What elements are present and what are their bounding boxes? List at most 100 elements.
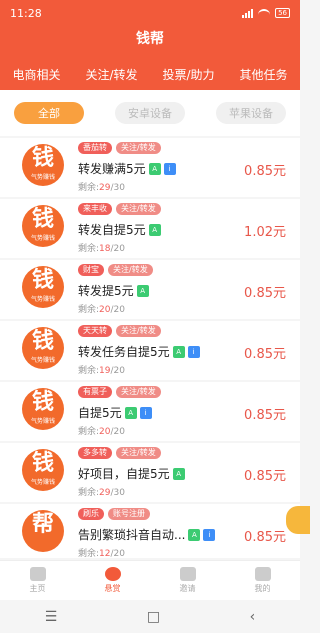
platform-tag: 番茄转: [78, 142, 112, 154]
remaining-label: 剩余:: [78, 305, 100, 315]
tab-mine[interactable]: 我的: [225, 561, 300, 600]
tab-reward[interactable]: 悬赏: [75, 561, 150, 600]
app-logo: 钱气势赚钱: [22, 266, 64, 308]
tab-reward-label: 悬赏: [104, 584, 121, 593]
remaining-label: 剩余:: [78, 244, 100, 254]
task-title: 好项目，自提5元: [78, 467, 170, 481]
remaining-label: 剩余:: [78, 427, 100, 437]
platform-tag: 天天转: [78, 325, 112, 337]
platform-tag: 财宝: [78, 264, 104, 276]
type-tag: 账号注册: [108, 508, 150, 520]
filter-ios-button[interactable]: 苹果设备: [216, 102, 286, 124]
page-title: 钱帮: [136, 31, 164, 47]
remaining-count: 剩余:20/20: [78, 302, 125, 315]
logo-glyph: 钱: [31, 390, 54, 415]
user-icon: [254, 567, 271, 581]
logo-glyph: 钱: [31, 146, 54, 171]
platform-tag: 来丰收: [78, 203, 112, 215]
gift-icon: [179, 567, 196, 581]
task-price: 0.85元: [244, 408, 286, 423]
filter-android-button[interactable]: 安卓设备: [115, 102, 185, 124]
task-price: 0.85元: [244, 469, 286, 484]
logo-glyph: 钱: [31, 451, 54, 476]
remaining-label: 剩余:: [78, 366, 100, 376]
apple-icon: i: [163, 162, 176, 175]
logo-subtext: 气势赚钱: [30, 235, 55, 242]
remaining-total: /20: [110, 244, 125, 254]
task-title: 转发任务自提5元: [78, 345, 170, 359]
tab-other-tasks[interactable]: 其他任务: [240, 66, 288, 83]
tab-ecommerce[interactable]: 电商相关: [12, 66, 60, 83]
task-card[interactable]: 钱气势赚钱 番茄转 关注/转发 转发赚满5元 Ai 剩余:29/30 0.85元: [0, 138, 300, 197]
task-title-row: 转发提5元 A: [78, 282, 149, 299]
remaining-count: 剩余:29/30: [78, 180, 125, 193]
signal-icon: [242, 8, 254, 18]
reward-icon: [104, 567, 121, 581]
logo-glyph: 钱: [31, 329, 54, 354]
android-icon: A: [172, 467, 185, 480]
android-icon: A: [124, 406, 137, 419]
remaining-count: 剩余:18/20: [78, 241, 125, 254]
logo-glyph: 钱: [31, 268, 54, 293]
type-tag: 关注/转发: [116, 386, 161, 398]
task-title: 转发提5元: [78, 284, 134, 298]
home-square-icon[interactable]: □: [147, 609, 160, 625]
platform-tag: 刷乐: [78, 508, 104, 520]
filter-all-button[interactable]: 全部: [14, 102, 84, 124]
task-card[interactable]: 钱气势赚钱 天天转 关注/转发 转发任务自提5元 Ai 剩余:19/20 0.85元: [0, 321, 300, 380]
task-list: 钱气势赚钱 番茄转 关注/转发 转发赚满5元 Ai 剩余:29/30 0.85元钱气势赚钱来…: [0, 138, 300, 558]
logo-subtext: 气势赚钱: [30, 296, 55, 303]
category-tabs: 电商相关 关注/转发 投票/助力 其他任务: [0, 66, 300, 83]
apple-icon: i: [139, 406, 152, 419]
bottom-tab-bar: 主页 悬赏 邀请 我的: [0, 560, 300, 600]
task-title-row: 好项目，自提5元 A: [78, 465, 185, 482]
remaining-left: 29: [99, 183, 111, 193]
platform-tag: 有票子: [78, 386, 112, 398]
app-logo: 帮: [22, 510, 64, 552]
apple-icon: i: [187, 345, 200, 358]
android-icon: A: [188, 528, 201, 541]
task-title-row: 转发任务自提5元 Ai: [78, 343, 200, 360]
app-logo: 钱气势赚钱: [22, 205, 64, 247]
tab-follow-share[interactable]: 关注/转发: [85, 66, 137, 83]
battery-icon: 56: [275, 8, 290, 18]
tab-home[interactable]: 主页: [0, 561, 75, 600]
menu-icon[interactable]: ☰: [45, 609, 58, 625]
remaining-label: 剩余:: [78, 488, 100, 498]
home-icon: [29, 567, 46, 581]
tab-invite-label: 邀请: [179, 584, 196, 593]
remaining-left: 12: [99, 549, 111, 558]
task-tags: 番茄转 关注/转发: [78, 142, 161, 154]
task-tags: 来丰收 关注/转发: [78, 203, 161, 215]
remaining-total: /20: [110, 427, 125, 437]
android-icon: A: [172, 345, 185, 358]
task-card[interactable]: 钱气势赚钱 财宝 关注/转发 转发提5元 A 剩余:20/20 0.85元: [0, 260, 300, 319]
type-tag: 关注/转发: [116, 447, 161, 459]
android-icon: A: [148, 162, 161, 175]
task-price: 0.85元: [244, 347, 286, 362]
task-tags: 财宝 关注/转发: [78, 264, 153, 276]
task-title: 告别繁琐抖音自动...: [78, 528, 186, 542]
remaining-count: 剩余:20/20: [78, 424, 125, 437]
logo-subtext: 气势赚钱: [30, 357, 55, 364]
app-logo: 钱气势赚钱: [22, 144, 64, 186]
logo-subtext: 气势赚钱: [30, 418, 55, 425]
remaining-left: 19: [99, 366, 111, 376]
task-title: 转发自提5元: [78, 223, 146, 237]
app-header: 11:28 56 钱帮 电商相关 关注/转发 投票/助力 其他任务: [0, 0, 300, 90]
task-tags: 有票子 关注/转发: [78, 386, 161, 398]
task-card[interactable]: 钱气势赚钱 多多转 关注/转发 好项目，自提5元 A 剩余:29/30 0.85元: [0, 443, 300, 502]
task-card[interactable]: 帮 刷乐 账号注册 告别繁琐抖音自动... Ai 剩余:12/20 0.85元: [0, 504, 300, 558]
task-tags: 多多转 关注/转发: [78, 447, 161, 459]
task-card[interactable]: 钱气势赚钱 有票子 关注/转发 自提5元 Ai 剩余:20/20 0.85元: [0, 382, 300, 441]
tab-vote-boost[interactable]: 投票/助力: [162, 66, 214, 83]
back-icon[interactable]: ‹: [250, 609, 256, 625]
floating-button[interactable]: [286, 506, 310, 534]
tab-home-label: 主页: [29, 584, 46, 593]
tab-invite[interactable]: 邀请: [150, 561, 225, 600]
platform-tag: 多多转: [78, 447, 112, 459]
task-card[interactable]: 钱气势赚钱 来丰收 关注/转发 转发自提5元 A 剩余:18/20 1.02元: [0, 199, 300, 258]
remaining-total: /30: [110, 488, 125, 498]
status-time: 11:28: [10, 6, 42, 20]
remaining-count: 剩余:12/20: [78, 546, 125, 558]
